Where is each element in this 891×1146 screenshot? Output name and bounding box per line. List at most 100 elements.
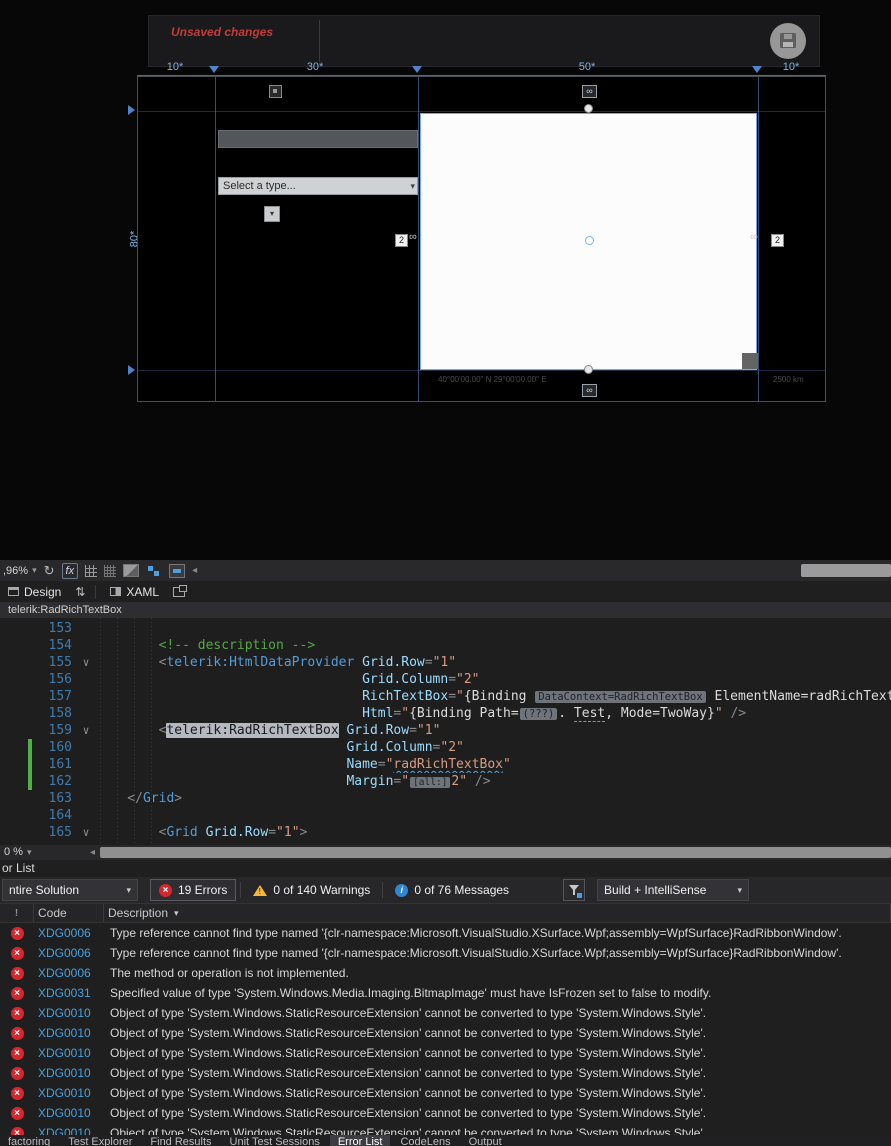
small-control-icon[interactable]	[269, 85, 282, 98]
designer-zoom-select[interactable]: ,96% ▾	[3, 565, 37, 577]
breadcrumb-element[interactable]: telerik:RadRichTextBox	[8, 604, 122, 616]
row-divider-marker[interactable]	[128, 365, 135, 375]
code-text[interactable]: RichTextBox="{Binding DataContext=RadRic…	[96, 688, 891, 705]
code-line[interactable]: 164	[0, 807, 891, 824]
xaml-editor[interactable]: 153 154 <!-- description --> 155 ∨ <telerik…	[0, 618, 891, 845]
scroll-left-icon[interactable]: ◂	[90, 847, 95, 858]
code-line[interactable]: 162 Margin=" [all:] 2" />	[0, 773, 891, 790]
design-artboard[interactable]: Select a type... ▾ ▾ ∞ ∞ ∞ ∞ 2 2 40°00'0…	[137, 76, 826, 402]
source-dropdown[interactable]: Build + IntelliSense ▾	[597, 879, 750, 901]
scope-dropdown[interactable]: ntire Solution ▾	[2, 879, 138, 901]
edit-template-icon[interactable]	[169, 563, 186, 578]
panel-tab-test-explorer[interactable]: Test Explorer	[60, 1135, 140, 1146]
error-row[interactable]: × XDG0006 Type reference cannot find type …	[0, 923, 891, 943]
designer-horizontal-scrollbar[interactable]	[801, 564, 891, 577]
code-line[interactable]: 157 RichTextBox="{Binding DataContext=Ra…	[0, 688, 891, 705]
code-text[interactable]: Grid.Column="2"	[96, 739, 891, 756]
tab-design[interactable]: Design	[4, 583, 65, 601]
popout-window-icon[interactable]	[173, 584, 188, 597]
error-code-link[interactable]: XDG0010	[34, 1046, 104, 1060]
snaplines-toggle-icon[interactable]	[146, 564, 162, 578]
swap-panes-icon[interactable]: ⇅	[75, 585, 85, 599]
code-text[interactable]: <telerik:HtmlDataProvider Grid.Row="1"	[96, 654, 891, 671]
error-code-link[interactable]: XDG0031	[34, 986, 104, 1000]
resize-handle[interactable]	[584, 365, 593, 374]
margin-anchor-icon[interactable]: ∞	[582, 85, 597, 98]
error-row[interactable]: × XDG0031 Specified value of type 'System.…	[0, 983, 891, 1003]
messages-filter-button[interactable]: i 0 of 76 Messages	[387, 879, 517, 901]
code-line[interactable]: 153	[0, 620, 891, 637]
code-line[interactable]: 161 Name="radRichTextBox"	[0, 756, 891, 773]
error-code-link[interactable]: XDG0010	[34, 1066, 104, 1080]
design-textbox[interactable]	[218, 130, 418, 148]
design-dropdown-button[interactable]: ▾	[264, 206, 280, 222]
code-text[interactable]: <!-- description -->	[96, 637, 891, 654]
code-line[interactable]: 159 ∨ <telerik:RadRichTextBox Grid.Row="1…	[0, 722, 891, 739]
error-code-link[interactable]: XDG0010	[34, 1006, 104, 1020]
code-text[interactable]: Name="radRichTextBox"	[96, 756, 891, 773]
editor-horizontal-scrollbar[interactable]	[100, 847, 891, 858]
error-code-link[interactable]: XDG0006	[34, 966, 104, 980]
error-code-link[interactable]: XDG0010	[34, 1086, 104, 1100]
fold-icon[interactable]: ∨	[76, 722, 96, 739]
code-text[interactable]	[96, 807, 891, 824]
panel-tab-error-list[interactable]: Error List	[329, 1135, 391, 1146]
error-row[interactable]: × XDG0010 Object of type 'System.Windows.S…	[0, 1043, 891, 1063]
code-text[interactable]: <telerik:RadRichTextBox Grid.Row="1"	[96, 722, 891, 739]
code-text[interactable]: Html="{Binding Path= (???). Test, Mode=Tw…	[96, 705, 891, 722]
error-row[interactable]: × XDG0010 Object of type 'System.Windows.S…	[0, 1103, 891, 1123]
code-text[interactable]: Margin=" [all:] 2" />	[96, 773, 891, 790]
code-line[interactable]: 165 ∨ <Grid Grid.Row="1">	[0, 824, 891, 841]
design-combobox[interactable]: Select a type... ▾	[218, 177, 418, 195]
code-line[interactable]: 163 </Grid>	[0, 790, 891, 807]
panel-tab-unit-test-sessions[interactable]: Unit Test Sessions	[222, 1135, 328, 1146]
column-divider-marker[interactable]	[412, 66, 422, 73]
severity-column-header[interactable]: !	[0, 904, 34, 922]
code-text[interactable]: <Grid Grid.Row="1">	[96, 824, 891, 841]
xaml-designer-surface[interactable]: Unsaved changes 10* 30* 50* 10* 80* Sele…	[0, 0, 891, 560]
panel-tab-codelens[interactable]: CodeLens	[392, 1135, 458, 1146]
code-line[interactable]: 155 ∨ <telerik:HtmlDataProvider Grid.Row=…	[0, 654, 891, 671]
resize-thumb[interactable]	[742, 353, 758, 369]
code-text[interactable]: </Grid>	[96, 790, 891, 807]
row-divider-marker[interactable]	[128, 105, 135, 115]
error-row[interactable]: × XDG0010 Object of type 'System.Windows.S…	[0, 1023, 891, 1043]
margin-chain-icon[interactable]: ∞	[409, 232, 417, 243]
fold-icon[interactable]: ∨	[76, 824, 96, 841]
error-row[interactable]: × XDG0006 The method or operation is not i…	[0, 963, 891, 983]
tab-xaml[interactable]: XAML	[106, 583, 163, 601]
code-text[interactable]	[96, 620, 891, 637]
code-line[interactable]: 158 Html="{Binding Path= (???). Test, Mod…	[0, 705, 891, 722]
column-width-label[interactable]: 50*	[579, 61, 596, 73]
show-grid-icon[interactable]	[85, 564, 98, 577]
fold-icon[interactable]: ∨	[76, 654, 96, 671]
code-column-header[interactable]: Code	[34, 904, 104, 922]
error-row[interactable]: × XDG0010 Object of type 'System.Windows.S…	[0, 1003, 891, 1023]
snap-grid-icon[interactable]	[104, 564, 117, 577]
code-line[interactable]: 160 Grid.Column="2"	[0, 739, 891, 756]
error-code-link[interactable]: XDG0006	[34, 926, 104, 940]
collapse-arrow-icon[interactable]: ◂	[192, 565, 197, 576]
code-line[interactable]: 156 Grid.Column="2"	[0, 671, 891, 688]
effects-toggle-button[interactable]: fx	[61, 562, 79, 579]
margin-anchor-icon[interactable]: ∞	[582, 384, 597, 397]
column-width-label[interactable]: 10*	[783, 61, 800, 73]
margin-chain-icon[interactable]: ∞	[750, 232, 758, 243]
filter-button[interactable]	[563, 879, 586, 901]
resize-handle[interactable]	[584, 104, 593, 113]
error-row[interactable]: × XDG0010 Object of type 'System.Windows.S…	[0, 1063, 891, 1083]
error-code-link[interactable]: XDG0006	[34, 946, 104, 960]
panel-tab-factoring[interactable]: factoring	[0, 1135, 58, 1146]
breadcrumb[interactable]: telerik:RadRichTextBox	[0, 603, 891, 618]
error-code-link[interactable]: XDG0010	[34, 1026, 104, 1040]
code-text[interactable]: Grid.Column="2"	[96, 671, 891, 688]
error-row[interactable]: × XDG0006 Type reference cannot find type …	[0, 943, 891, 963]
error-row[interactable]: × XDG0010 Object of type 'System.Windows.S…	[0, 1123, 891, 1135]
error-row[interactable]: × XDG0010 Object of type 'System.Windows.S…	[0, 1083, 891, 1103]
error-code-link[interactable]: XDG0010	[34, 1126, 104, 1135]
panel-tab-find-results[interactable]: Find Results	[142, 1135, 219, 1146]
column-divider-marker[interactable]	[752, 66, 762, 73]
save-button[interactable]	[770, 23, 806, 59]
artboard-background-icon[interactable]	[123, 564, 140, 577]
column-divider-marker[interactable]	[209, 66, 219, 73]
